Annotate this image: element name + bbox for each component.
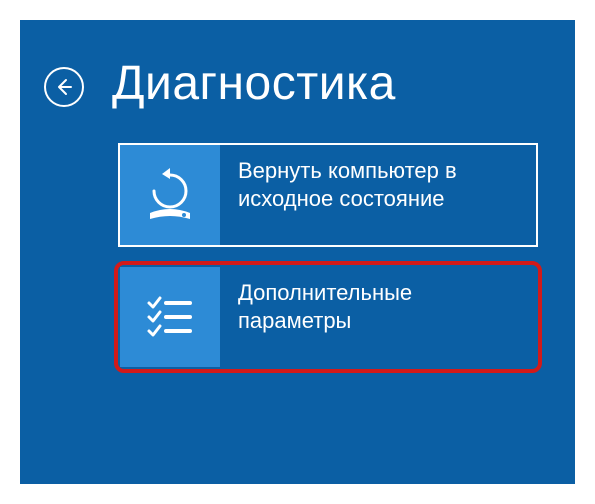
back-button[interactable]	[44, 67, 84, 107]
option-advanced[interactable]: Дополнительные параметры	[120, 267, 536, 367]
page-title: Диагностика	[112, 56, 396, 111]
header: Диагностика	[20, 20, 575, 111]
troubleshoot-screen: Диагностика Вернуть компьютер в исходное…	[20, 20, 575, 484]
option-tile	[120, 267, 220, 367]
reset-icon	[140, 165, 200, 225]
advanced-options-icon	[142, 289, 198, 345]
option-label: Вернуть компьютер в исходное состояние	[220, 145, 536, 212]
option-reset-pc[interactable]: Вернуть компьютер в исходное состояние	[120, 145, 536, 245]
option-tile	[120, 145, 220, 245]
arrow-left-icon	[54, 77, 74, 97]
option-label: Дополнительные параметры	[220, 267, 536, 334]
options-list: Вернуть компьютер в исходное состояние	[120, 145, 536, 367]
